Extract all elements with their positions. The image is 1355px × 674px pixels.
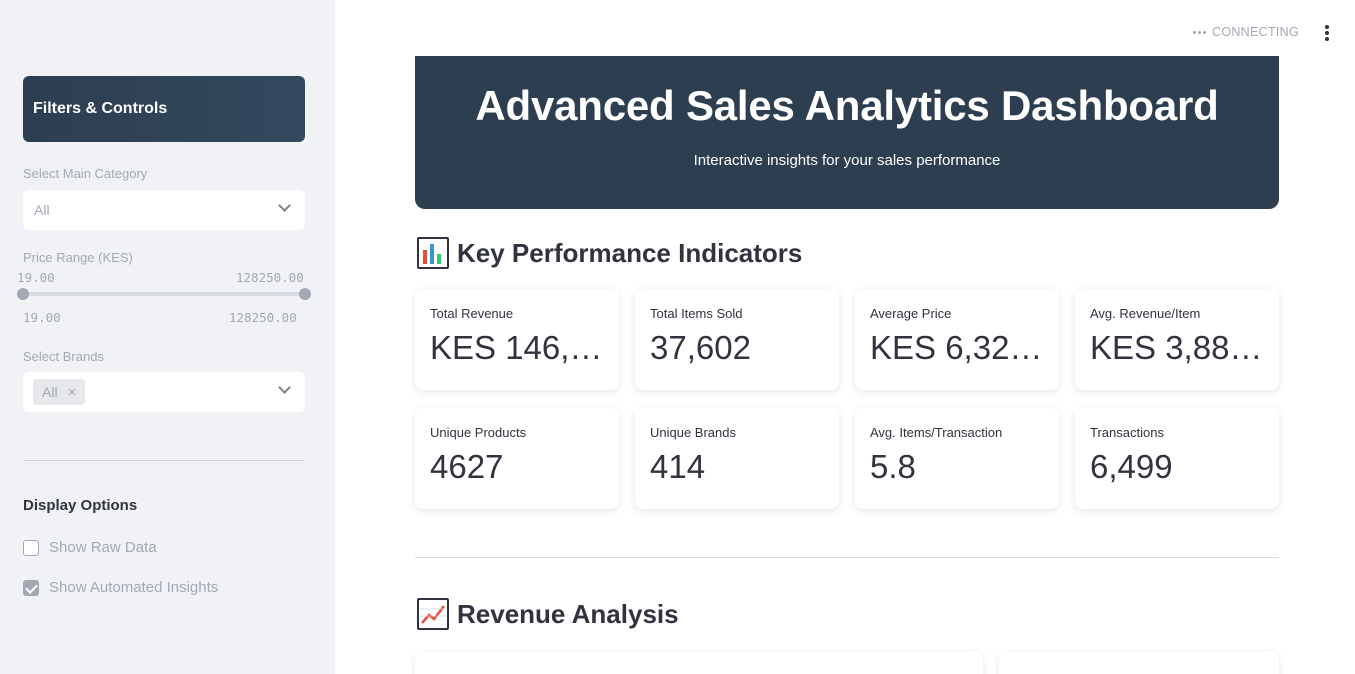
price-range-min-handle[interactable]	[17, 288, 29, 300]
close-icon[interactable]: ×	[68, 384, 77, 401]
show-insights-label: Show Automated Insights	[49, 579, 219, 596]
kpi-value: 37,602	[650, 329, 751, 366]
main-menu-button[interactable]	[1320, 24, 1334, 42]
bar-chart-icon	[417, 237, 449, 269]
menu-dot-icon	[1325, 31, 1329, 35]
kpi-heading: Key Performance Indicators	[417, 237, 802, 269]
kpi-value: 414	[650, 448, 706, 485]
revenue-heading: Revenue Analysis	[417, 598, 679, 630]
brand-tag-label: All	[42, 384, 58, 400]
menu-dot-icon	[1325, 37, 1329, 41]
price-range-max-handle[interactable]	[299, 288, 311, 300]
kpi-label: Unique Products	[430, 425, 527, 440]
revenue-heading-text: Revenue Analysis	[457, 598, 679, 629]
kpi-heading-text: Key Performance Indicators	[457, 237, 803, 268]
kpi-card-average-price: Average Price KES 6,32…	[855, 289, 1059, 390]
revenue-chart-card-left	[415, 652, 983, 674]
main-category-select[interactable]: All	[23, 190, 305, 230]
trend-chart-icon	[417, 598, 449, 630]
show-raw-data-checkbox[interactable]: Show Raw Data	[23, 539, 157, 556]
main-category-label: Select Main Category	[23, 166, 148, 181]
ellipsis-icon	[1193, 30, 1206, 34]
brand-tag-all: All ×	[33, 379, 86, 405]
kpi-card-avg-items-transaction: Avg. Items/Transaction 5.8	[855, 408, 1059, 509]
sidebar-divider	[23, 460, 305, 461]
show-raw-data-label: Show Raw Data	[49, 539, 157, 556]
kpi-card-unique-brands: Unique Brands 414	[635, 408, 839, 509]
price-range-track[interactable]	[23, 292, 305, 296]
price-range-label: Price Range (KES)	[23, 250, 133, 265]
display-options-heading: Display Options	[23, 497, 138, 514]
chevron-down-icon	[278, 381, 291, 394]
kpi-card-total-revenue: Total Revenue KES 146,…	[415, 289, 619, 390]
brands-label: Select Brands	[23, 349, 104, 364]
menu-dot-icon	[1325, 25, 1329, 29]
kpi-value: KES 3,88…	[1090, 329, 1263, 366]
main-category-value: All	[34, 202, 50, 218]
connection-status: CONNECTING	[1193, 25, 1299, 39]
kpi-value: KES 6,32…	[870, 329, 1043, 366]
kpi-value: 5.8	[870, 448, 916, 485]
dashboard-header: Advanced Sales Analytics Dashboard Inter…	[415, 56, 1279, 209]
checkbox-icon[interactable]	[23, 539, 39, 556]
kpi-card-transactions: Transactions 6,499	[1075, 408, 1279, 509]
price-range-min-value: 19.00	[23, 310, 61, 325]
kpi-label: Unique Brands	[650, 425, 736, 440]
page-subtitle: Interactive insights for your sales perf…	[693, 152, 1001, 169]
kpi-value: 6,499	[1090, 448, 1173, 485]
kpi-label: Total Revenue	[430, 306, 514, 321]
revenue-chart-card-right	[999, 652, 1279, 674]
section-divider	[415, 557, 1279, 558]
kpi-value: KES 146,…	[430, 329, 603, 366]
kpi-value: 4627	[430, 448, 504, 485]
kpi-label: Transactions	[1090, 425, 1164, 440]
price-range-max-value: 128250.00	[229, 310, 297, 325]
kpi-card-avg-revenue-item: Avg. Revenue/Item KES 3,88…	[1075, 289, 1279, 390]
page-title: Advanced Sales Analytics Dashboard	[475, 82, 1219, 129]
price-range-min-label: 19.00	[17, 270, 55, 285]
kpi-label: Avg. Revenue/Item	[1090, 306, 1201, 321]
connection-status-text: CONNECTING	[1212, 25, 1300, 39]
kpi-label: Total Items Sold	[650, 306, 743, 321]
sidebar: Filters & Controls Select Main Category …	[0, 0, 335, 674]
kpi-label: Avg. Items/Transaction	[870, 425, 1003, 440]
filters-controls-title: Filters & Controls	[33, 100, 168, 117]
filters-controls-header: Filters & Controls	[23, 76, 305, 142]
show-insights-checkbox[interactable]: Show Automated Insights	[23, 579, 218, 596]
kpi-card-unique-products: Unique Products 4627	[415, 408, 619, 509]
price-range-max-label: 128250.00	[236, 270, 304, 285]
kpi-label: Average Price	[870, 306, 952, 321]
kpi-card-total-items-sold: Total Items Sold 37,602	[635, 289, 839, 390]
chevron-down-icon	[278, 199, 291, 212]
checkbox-checked-icon[interactable]	[23, 579, 39, 596]
